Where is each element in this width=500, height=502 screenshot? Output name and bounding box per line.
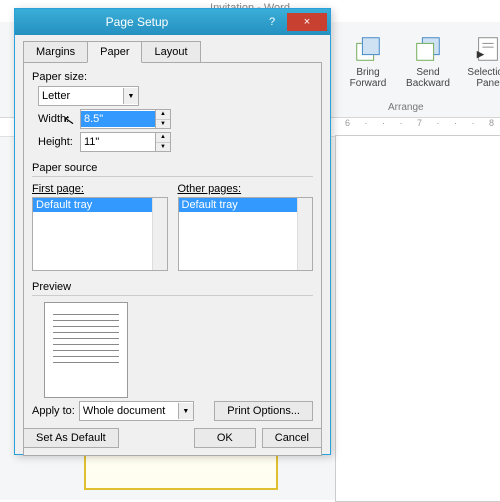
first-page-label: First page: [32,183,168,195]
dialog-tabs: Margins Paper Layout [23,41,330,63]
bring-forward-icon [353,34,383,64]
close-button[interactable]: × [287,13,327,31]
tab-layout[interactable]: Layout [141,41,200,63]
tab-paper[interactable]: Paper [87,41,142,63]
spin-down-icon[interactable]: ▼ [156,143,170,152]
document-page [335,135,500,502]
apply-to-value[interactable] [80,403,178,419]
page-setup-dialog: Page Setup ? × Margins Paper Layout Pape… [14,8,331,455]
width-spinner[interactable]: ▲▼ [156,109,171,129]
list-item[interactable]: Default tray [33,198,167,212]
arrange-group-label: Arrange [388,102,424,113]
width-label: Width: [38,113,80,125]
close-icon: × [304,16,310,28]
other-pages-label: Other pages: [178,183,314,195]
spin-down-icon[interactable]: ▼ [156,120,170,129]
bring-forward-button[interactable]: Bring Forward [340,30,396,93]
spin-up-icon[interactable]: ▲ [156,110,170,120]
paper-tab-panel: Paper size: ▼ Width: ▲▼ Height: ▲▼ Paper… [23,62,322,456]
width-input[interactable] [80,109,156,129]
selection-pane-button[interactable]: Selection Pane [460,30,500,93]
list-item[interactable]: Default tray [179,198,313,212]
paper-source-label: Paper source [32,162,313,174]
ok-button[interactable]: OK [194,428,256,448]
apply-to-label: Apply to: [32,405,75,417]
paper-size-value[interactable] [39,88,123,104]
set-as-default-button[interactable]: Set As Default [23,428,119,448]
paper-size-label: Paper size: [32,71,313,83]
chevron-down-icon[interactable]: ▼ [123,88,138,104]
send-backward-icon [413,34,443,64]
dialog-title: Page Setup [15,15,259,29]
tab-margins[interactable]: Margins [23,41,88,63]
first-page-listbox[interactable]: Default tray [32,197,168,271]
send-backward-button[interactable]: Send Backward [400,30,456,93]
preview-label: Preview [32,281,313,293]
scrollbar[interactable] [297,198,312,270]
paper-size-combo[interactable]: ▼ [38,86,139,106]
print-options-button[interactable]: Print Options... [214,401,313,421]
other-pages-listbox[interactable]: Default tray [178,197,314,271]
cancel-button[interactable]: Cancel [262,428,322,448]
apply-to-combo[interactable]: ▼ [79,401,194,421]
selection-pane-icon [473,34,500,64]
preview-thumbnail [44,302,128,398]
document-content-fragment [84,452,278,490]
spin-up-icon[interactable]: ▲ [156,133,170,143]
chevron-down-icon[interactable]: ▼ [178,403,193,419]
height-input[interactable] [80,132,156,152]
height-value[interactable] [81,134,155,150]
height-label: Height: [38,136,80,148]
dialog-titlebar[interactable]: Page Setup ? × [15,9,330,35]
scrollbar[interactable] [152,198,167,270]
help-button[interactable]: ? [259,12,285,32]
width-value[interactable] [81,111,155,127]
height-spinner[interactable]: ▲▼ [156,132,171,152]
